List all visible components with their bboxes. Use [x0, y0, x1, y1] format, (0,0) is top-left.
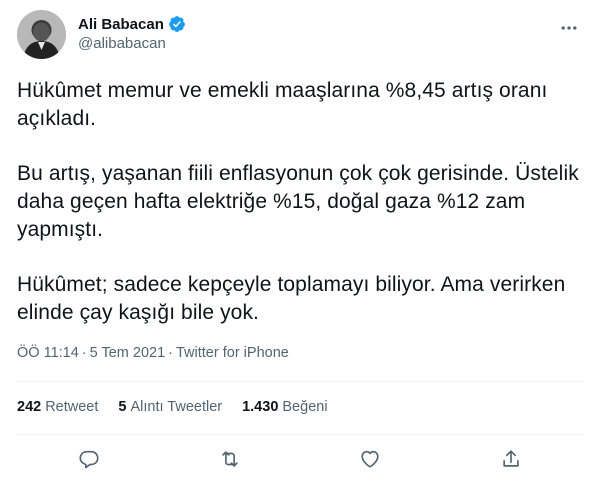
share-button[interactable]: [496, 444, 526, 474]
display-name[interactable]: Ali Babacan: [78, 16, 164, 33]
meta-separator: ·: [168, 345, 173, 361]
tweet-header: Ali Babacan @alibabacan: [17, 10, 583, 60]
like-stat[interactable]: 1.430 Beğeni: [242, 399, 327, 415]
more-options-button[interactable]: [555, 14, 583, 42]
reply-button[interactable]: [74, 444, 104, 474]
retweet-button[interactable]: [215, 444, 245, 474]
divider: [17, 381, 583, 382]
tweet-paragraph: Hükûmet; sadece kepçeyle toplamayı biliy…: [17, 273, 566, 324]
like-label: Beğeni: [282, 399, 328, 415]
tweet-source[interactable]: Twitter for iPhone: [176, 345, 289, 361]
like-icon: [361, 450, 379, 468]
tweet-meta: ÖÖ 11:14 · 5 Tem 2021 · Twitter for iPhone: [17, 345, 289, 361]
handle[interactable]: @alibabacan: [78, 35, 186, 52]
tweet-stats: 242 Retweet 5 Alıntı Tweetler 1.430 Beğeni: [17, 399, 348, 415]
retweet-label: Retweet: [45, 399, 99, 415]
quote-label: Alıntı Tweetler: [130, 399, 223, 415]
retweet-stat[interactable]: 242 Retweet: [17, 399, 98, 415]
retweet-icon: [222, 451, 238, 467]
tweet-paragraph: Bu artış, yaşanan fiili enflasyonun çok …: [17, 162, 579, 241]
avatar-photo-icon: [17, 10, 66, 59]
avatar[interactable]: [17, 10, 66, 59]
quote-stat[interactable]: 5 Alıntı Tweetler: [118, 399, 222, 415]
reply-icon: [79, 450, 99, 469]
tweet-date[interactable]: 5 Tem 2021: [90, 345, 166, 361]
retweet-count: 242: [17, 399, 42, 415]
tweet: Ali Babacan @alibabacan Hükûmet memur ve…: [0, 0, 598, 481]
tweet-time[interactable]: ÖÖ 11:14: [17, 345, 79, 361]
meta-separator: ·: [81, 345, 87, 361]
tweet-text: Hükûmet memur ve emekli maaşlarına %8,45…: [17, 77, 587, 354]
more-icon: [561, 26, 577, 30]
author-info: Ali Babacan @alibabacan: [78, 14, 186, 52]
tweet-actions: [17, 444, 583, 474]
share-icon: [503, 450, 519, 467]
divider: [17, 434, 583, 435]
verified-badge-icon: [168, 15, 186, 33]
like-count: 1.430: [242, 399, 279, 415]
name-row: Ali Babacan: [78, 14, 186, 34]
tweet-paragraph: Hükûmet memur ve emekli maaşlarına %8,45…: [17, 79, 548, 130]
quote-count: 5: [118, 399, 127, 415]
like-button[interactable]: [355, 444, 385, 474]
